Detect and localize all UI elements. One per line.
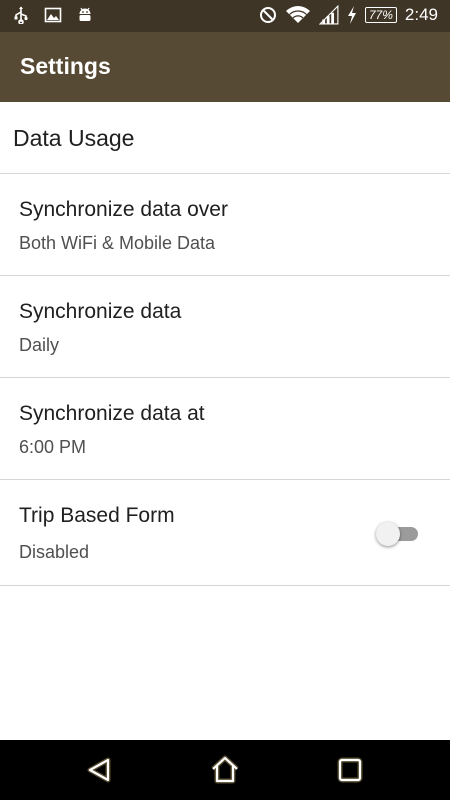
pref-sync-data-frequency[interactable]: Synchronize data Daily [0,277,450,378]
status-bar-right: 77% 2:49 [259,5,438,25]
pref-sync-data-time[interactable]: Synchronize data at 6:00 PM [0,379,450,480]
pref-summary: 6:00 PM [19,437,87,457]
pref-sync-data-over[interactable]: Synchronize data over Both WiFi & Mobile… [0,175,450,276]
status-bar: 77% 2:49 [0,0,450,32]
wifi-icon [285,6,310,23]
toggle-thumb [376,522,400,546]
back-button[interactable] [84,754,116,786]
pref-summary: Both WiFi & Mobile Data [19,233,216,253]
charging-icon [347,6,356,24]
pref-title: Synchronize data [19,300,182,323]
back-icon [87,757,111,783]
navigation-bar [0,740,450,800]
recents-icon [337,757,363,783]
section-title: Data Usage [13,125,135,151]
usb-icon [14,6,28,24]
battery-indicator: 77% [364,7,397,23]
pref-trip-based-form[interactable]: Trip Based Form Disabled [0,481,450,586]
pref-summary: Daily [19,335,60,355]
status-bar-left [12,6,94,24]
recents-button[interactable] [334,754,366,786]
image-icon [44,7,62,23]
pref-summary: Disabled [19,542,90,562]
home-icon [211,755,239,784]
signal-icon [318,5,339,25]
section-header-data-usage: Data Usage [0,102,450,174]
page-title: Settings [20,53,111,79]
trip-based-form-toggle[interactable] [376,521,420,547]
pref-title: Synchronize data over [19,198,228,221]
android-icon [79,7,91,21]
pref-title: Synchronize data at [19,402,205,425]
app-bar: Settings [0,32,450,102]
do-not-disturb-icon [259,7,276,23]
home-button[interactable] [209,754,241,786]
status-clock: 2:49 [404,5,438,24]
pref-title: Trip Based Form [19,504,175,527]
